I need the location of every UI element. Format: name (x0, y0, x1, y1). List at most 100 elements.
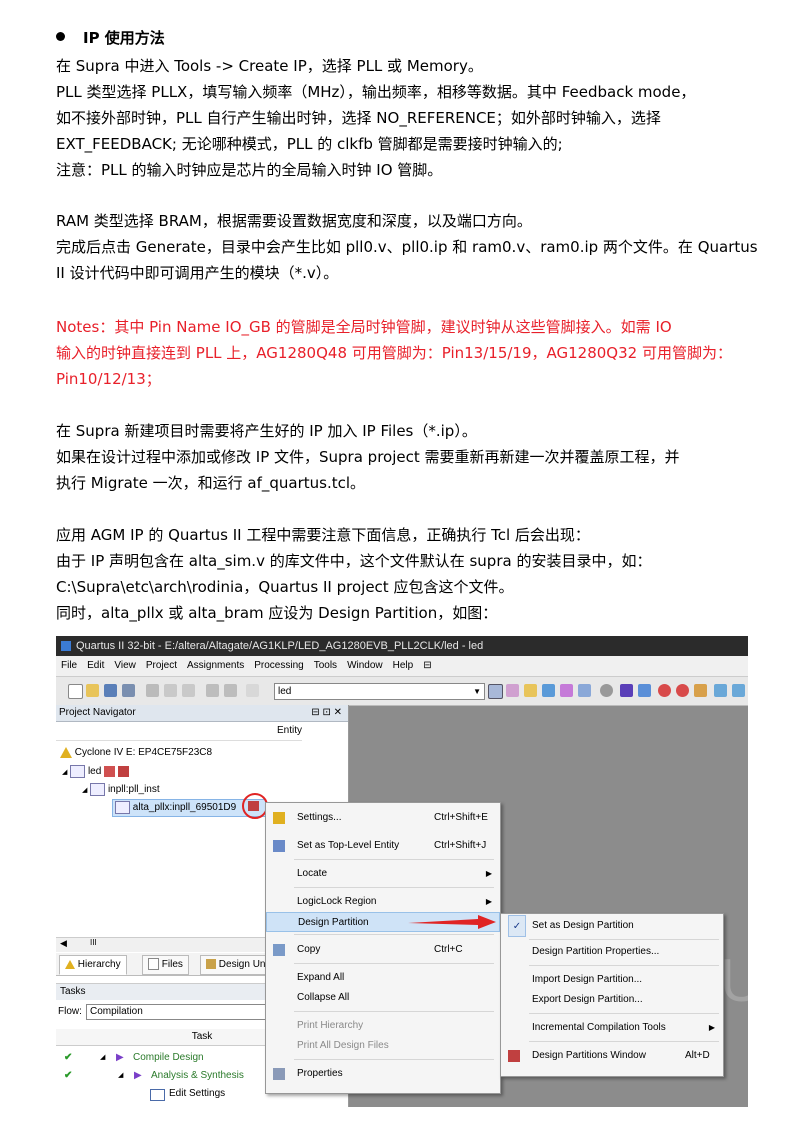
tab-files[interactable]: Files (142, 955, 189, 975)
collapse-triangle-icon[interactable]: ◢ (62, 769, 67, 776)
help-chat-icon[interactable]: ⊟ (418, 656, 436, 676)
new-file-icon[interactable] (68, 684, 83, 699)
menu-item-label: Set as Design Partition (532, 920, 634, 931)
synthesis-icon[interactable] (560, 684, 573, 697)
design-partition-submenu: ✓ Set as Design Partition Design Partiti… (500, 913, 724, 1077)
menu-item-set-as-design-partition[interactable]: ✓ Set as Design Partition (501, 915, 723, 937)
tree-row-led[interactable]: ◢ led (62, 765, 129, 778)
menu-project[interactable]: Project (141, 656, 182, 676)
tab-design-units[interactable]: Design Un (200, 955, 271, 975)
project-icon[interactable] (246, 684, 259, 697)
menu-file[interactable]: File (56, 656, 82, 676)
menu-item-partitions-window[interactable]: Design Partitions Window Alt+D (501, 1046, 723, 1066)
assignment-editor-icon[interactable] (488, 684, 503, 699)
start-compilation-icon[interactable] (620, 684, 633, 697)
save-icon[interactable] (104, 684, 117, 697)
fit-icon[interactable] (578, 684, 591, 697)
tree-row-pll[interactable]: ◢ inpll:pll_inst (82, 783, 160, 796)
combo-value: led (278, 686, 292, 697)
menu-item-label: Copy (297, 944, 321, 955)
pane-controls[interactable]: ⊟ ⊡ ✕ (311, 705, 342, 721)
paragraph-line: 注意：PLL 的输入时钟应是芯片的全局输入时钟 IO 管脚。 (56, 161, 443, 179)
menu-divider (294, 934, 494, 935)
timing-analyzer-icon[interactable] (658, 684, 671, 697)
bullet-icon (56, 32, 65, 41)
menu-item-incremental-tools[interactable]: Incremental Compilation Tools ▶ (501, 1018, 723, 1038)
menu-item-label: Export Design Partition... (532, 994, 643, 1005)
menu-item-set-top-level[interactable]: Set as Top-Level Entity Ctrl+Shift+J (266, 836, 500, 856)
quartus-screenshot: Quartus II 32-bit - E:/altera/Altagate/A… (56, 636, 748, 1107)
menu-item-copy[interactable]: Copy Ctrl+C (266, 940, 500, 960)
menu-item-settings[interactable]: Settings... Ctrl+Shift+E (266, 808, 500, 828)
menu-item-export-partition[interactable]: Export Design Partition... (501, 990, 723, 1010)
paragraph-line: 由于 IP 声明包含在 alta_sim.v 的库文件中，这个文件默认在 sup… (56, 552, 652, 570)
stop-icon[interactable] (600, 684, 613, 697)
menu-edit[interactable]: Edit (82, 656, 109, 676)
entity-column-header[interactable]: Entity (56, 722, 302, 741)
paragraph-line: RAM 类型选择 BRAM，根据需要设置数据宽度和深度，以及端口方向。 (56, 212, 532, 230)
menu-window[interactable]: Window (342, 656, 388, 676)
tab-hierarchy[interactable]: Hierarchy (59, 955, 127, 975)
flow-label: Flow: (58, 1006, 82, 1017)
menu-tools[interactable]: Tools (309, 656, 342, 676)
menu-item-expand-all[interactable]: Expand All (266, 968, 500, 988)
paragraph-line: 在 Supra 新建项目时需要将产生好的 IP 加入 IP Files（*.ip… (56, 422, 477, 440)
partition-hierarchy-icon (248, 801, 259, 811)
menu-item-locate[interactable]: Locate ▶ (266, 864, 500, 884)
tab-design-units-label: Design Un (218, 959, 266, 970)
device-row[interactable]: Cyclone IV E: EP4CE75F23C8 (60, 747, 212, 758)
collapse-triangle-icon[interactable]: ◢ (100, 1049, 105, 1067)
menu-divider (529, 965, 719, 966)
cut-icon[interactable] (146, 684, 159, 697)
undo-icon[interactable] (206, 684, 219, 697)
menu-divider (529, 1041, 719, 1042)
analysis-icon[interactable] (542, 684, 555, 697)
play-icon: ▶ (116, 1052, 124, 1063)
project-navigator-header: Project Navigator ⊟ ⊡ ✕ (56, 705, 348, 722)
menu-help[interactable]: Help (388, 656, 419, 676)
menu-divider (294, 1059, 494, 1060)
start-analysis-icon[interactable] (638, 684, 651, 697)
menu-item-properties[interactable]: Properties (266, 1064, 500, 1084)
save-all-icon[interactable] (122, 684, 135, 697)
redo-icon[interactable] (224, 684, 237, 697)
rtl-viewer-icon[interactable] (714, 684, 727, 697)
copy-icon[interactable] (164, 684, 177, 697)
flow-value: Compilation (90, 1006, 143, 1017)
menu-view[interactable]: View (109, 656, 141, 676)
menu-item-partition-properties[interactable]: Design Partition Properties... (501, 942, 723, 962)
paste-icon[interactable] (182, 684, 195, 697)
settings-wand-icon[interactable] (524, 684, 537, 697)
design-file-icon (70, 765, 86, 778)
submenu-arrow-icon: ▶ (485, 897, 492, 906)
task-label: Compile Design (133, 1052, 204, 1063)
menu-item-collapse-all[interactable]: Collapse All (266, 988, 500, 1008)
entity-combo[interactable]: led ▼ (274, 683, 485, 700)
menu-item-label: Design Partitions Window (532, 1050, 646, 1061)
chip-planner-icon[interactable] (694, 684, 707, 697)
menu-item-logiclock[interactable]: LogicLock Region ▶ (266, 892, 500, 912)
task-label: Edit Settings (169, 1088, 226, 1099)
checkmark-icon: ✔ (64, 1070, 73, 1081)
collapse-triangle-icon[interactable]: ◢ (82, 787, 87, 794)
open-folder-icon[interactable] (86, 684, 99, 697)
scroll-left-icon[interactable]: ◀ (60, 938, 67, 949)
menu-assignments[interactable]: Assignments (182, 656, 249, 676)
netlist-viewer-icon[interactable] (732, 684, 745, 697)
scroll-thumb[interactable]: III (90, 938, 97, 947)
timequest-icon[interactable] (676, 684, 689, 697)
collapse-triangle-icon[interactable]: ◢ (118, 1067, 123, 1085)
menu-item-shortcut: Ctrl+Shift+J (434, 840, 487, 851)
paragraph-line: PLL 类型选择 PLLX，填写输入频率（MHz），输出频率，相移等数据。其中 … (56, 83, 696, 101)
menu-item-import-partition[interactable]: Import Design Partition... (501, 970, 723, 990)
menu-item-label: Print Hierarchy (297, 1020, 364, 1031)
toolbar: led ▼ (56, 677, 748, 706)
pin-planner-icon[interactable] (506, 684, 519, 697)
window-title: Quartus II 32-bit - E:/altera/Altagate/A… (76, 640, 484, 652)
submenu-arrow-icon: ▶ (485, 869, 492, 878)
flow-select[interactable]: Compilation (86, 1004, 271, 1020)
menu-processing[interactable]: Processing (249, 656, 308, 676)
menu-item-shortcut: Alt+D (685, 1050, 710, 1061)
menu-item-label: Expand All (297, 972, 345, 983)
section-heading: IP 使用方法 (56, 28, 165, 48)
